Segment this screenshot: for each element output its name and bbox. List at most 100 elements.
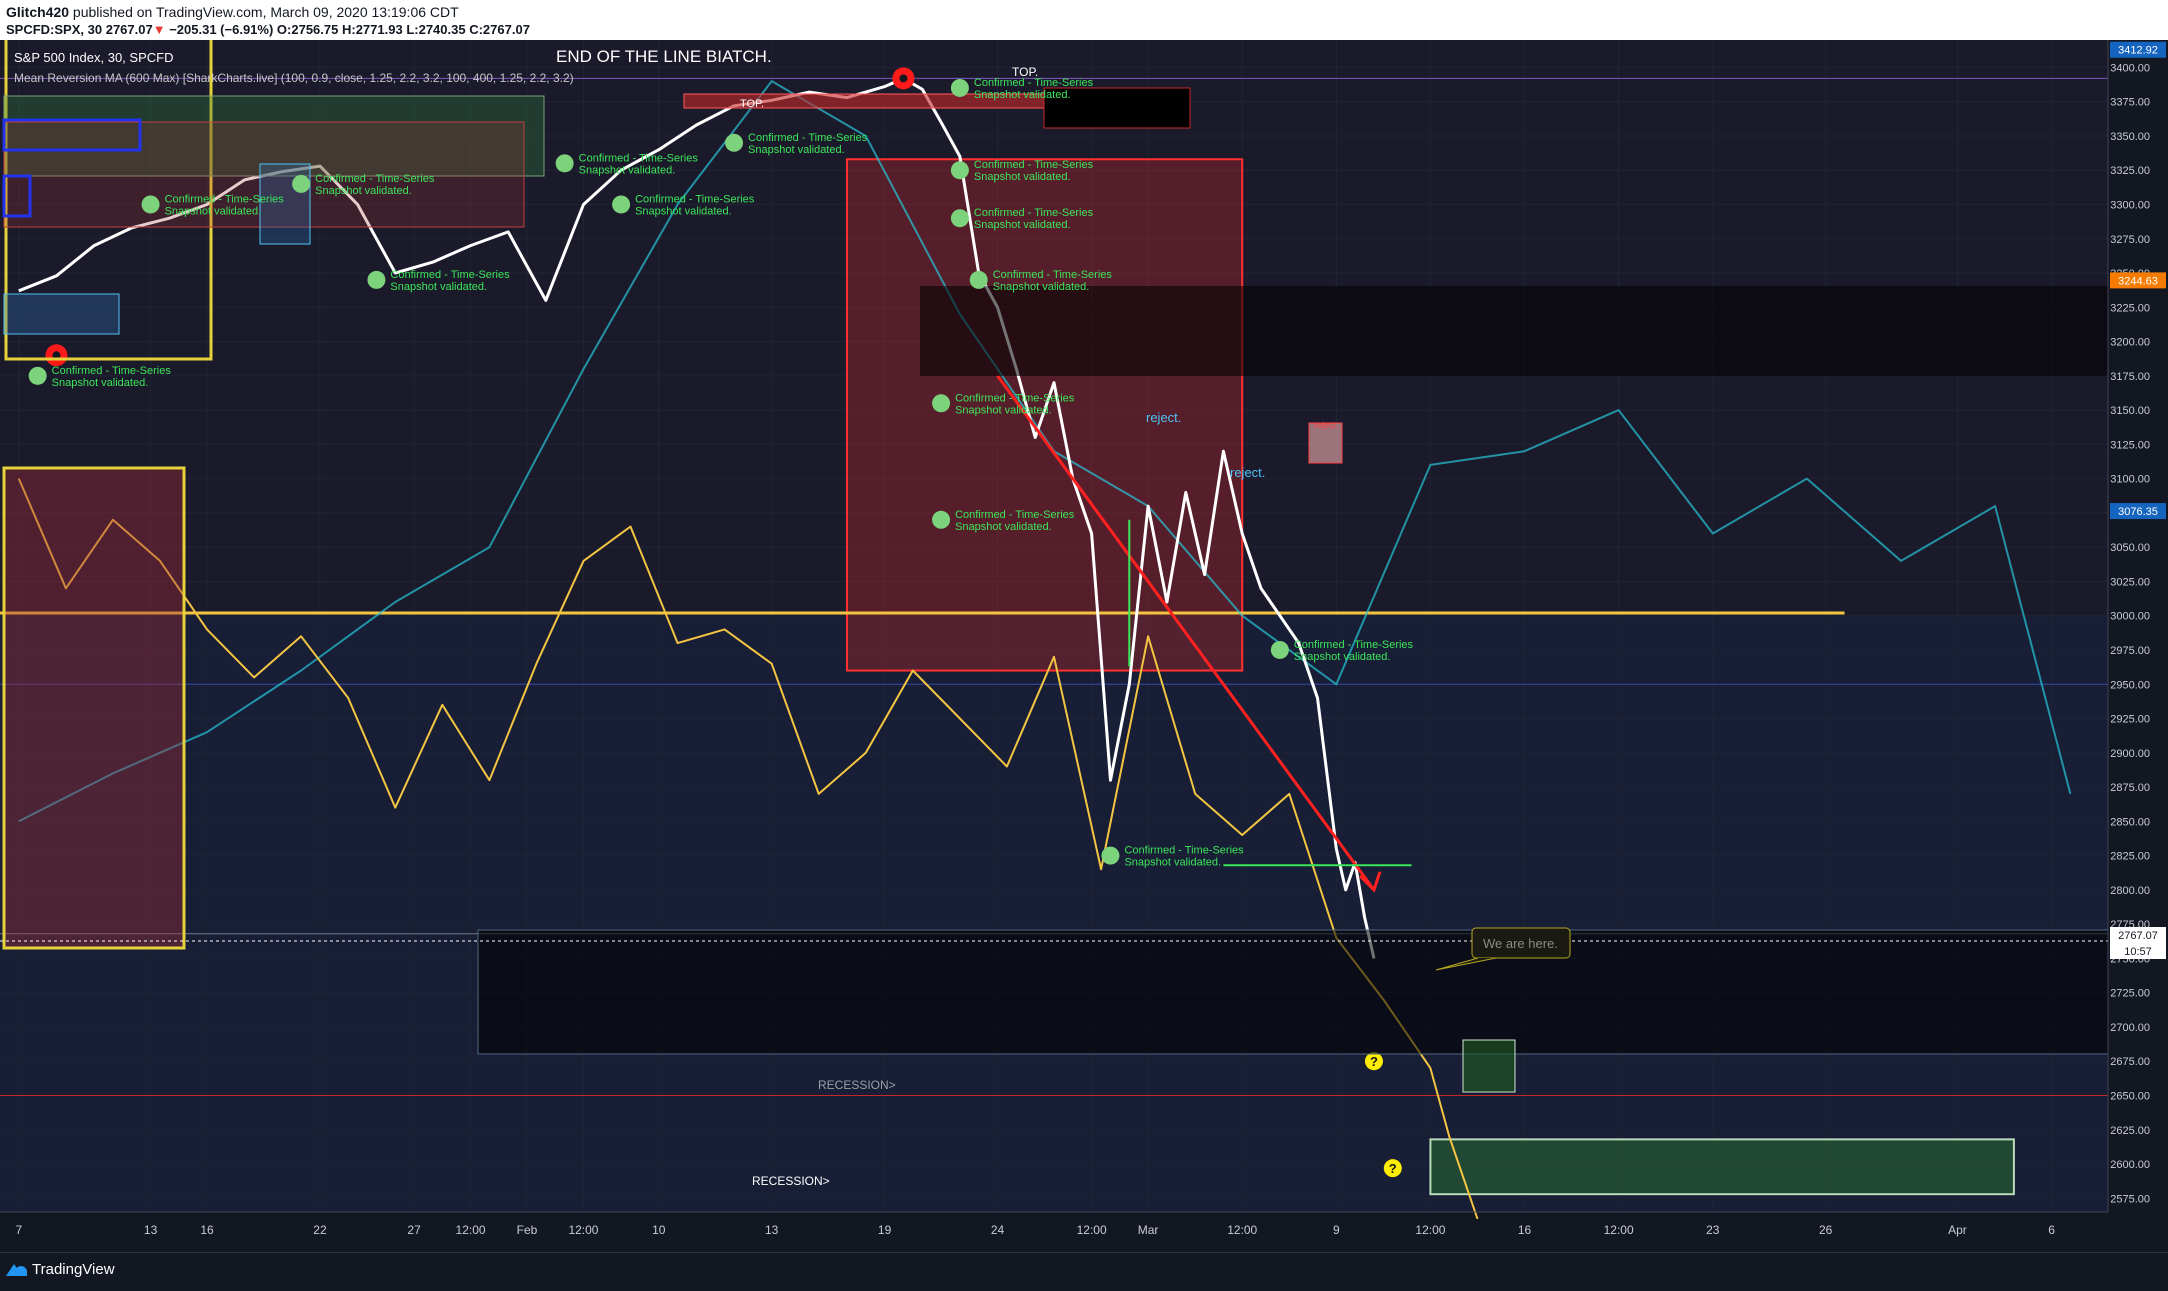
tradingview-logo-icon (6, 1262, 28, 1276)
confirmed-label: Snapshot validated. (974, 171, 1071, 183)
confirmed-label: Confirmed - Time-Series (315, 173, 435, 185)
tradingview-brand: TradingView (32, 1261, 115, 1278)
confirmed-label: Confirmed - Time-Series (1124, 845, 1244, 857)
price-tick-label: 2825.00 (2110, 851, 2150, 863)
confirmed-label: Snapshot validated. (993, 281, 1090, 293)
check-circle-icon (28, 366, 47, 385)
time-tick-label: 23 (1706, 1223, 1720, 1237)
price-tick-label: 3275.00 (2110, 234, 2150, 246)
price-tick-label: 2875.00 (2110, 782, 2150, 794)
confirmed-label: Confirmed - Time-Series (52, 365, 172, 377)
price-tick-label: 3000.00 (2110, 611, 2150, 623)
price-tick-label: 3325.00 (2110, 165, 2150, 177)
countdown-label: 10:57 (2124, 946, 2152, 958)
confirmed-label: Snapshot validated. (1294, 651, 1391, 663)
check-circle-icon (141, 195, 160, 214)
reject-label-3: reject. (1314, 420, 1339, 430)
reject-label-1: reject. (1146, 410, 1181, 425)
time-axis[interactable]: 7 13 16 22 27 12:00 Feb 12:00 10 13 19 24 12:00 Mar 12… (0, 1211, 2108, 1237)
time-tick-label: 7 (15, 1223, 22, 1237)
price-badge-label: 2767.07 (2118, 930, 2158, 942)
time-tick-label: Apr (1948, 1223, 1967, 1237)
confirmed-label: Confirmed - Time-Series (974, 207, 1094, 219)
price-tick-label: 3100.00 (2110, 474, 2150, 486)
time-tick-label: 12:00 (1227, 1223, 1257, 1237)
price-tick-label: 2675.00 (2110, 1056, 2150, 1068)
time-tick-label: 13 (765, 1223, 779, 1237)
author-name[interactable]: Glitch420 (6, 4, 69, 20)
time-tick-label: 16 (200, 1223, 214, 1237)
footer-bar: TradingView (0, 1252, 2168, 1291)
check-circle-icon (367, 270, 386, 289)
price-tick-label: 3125.00 (2110, 439, 2150, 451)
confirmed-label: Confirmed - Time-Series (635, 193, 755, 205)
confirmed-label: Snapshot validated. (974, 89, 1071, 101)
check-circle-icon (292, 174, 311, 193)
published-text: published on TradingView.com, March 09, … (72, 4, 459, 20)
time-tick-label: 16 (1518, 1223, 1532, 1237)
check-circle-icon (950, 209, 969, 228)
legend-title[interactable]: S&P 500 Index, 30, SPCFD (14, 50, 173, 65)
confirmed-label: Snapshot validated. (390, 281, 487, 293)
last-price: 2767.07 (105, 22, 153, 37)
time-tick-label: 22 (313, 1223, 327, 1237)
time-tick-label: 13 (144, 1223, 158, 1237)
confirmed-label: Confirmed - Time-Series (955, 509, 1075, 521)
check-circle-icon (932, 510, 951, 529)
time-tick-label: 12:00 (1077, 1223, 1107, 1237)
time-tick-label: 9 (1333, 1223, 1340, 1237)
high-value: H:2771.93 (341, 22, 403, 37)
green-target-box (1429, 1138, 2015, 1196)
time-tick-label: Feb (517, 1223, 538, 1237)
check-circle-icon (555, 154, 574, 173)
confirmed-label: Snapshot validated. (52, 377, 149, 389)
price-tick-label: 2725.00 (2110, 988, 2150, 1000)
price-axis[interactable]: 2575.00 2600.00 2625.00 2650.00 2675.00 2700.… (2107, 40, 2168, 1252)
price-tick-label: 2950.00 (2110, 679, 2150, 691)
check-circle-icon (1270, 640, 1289, 659)
confirmed-label: Confirmed - Time-Series (993, 269, 1113, 281)
confirmed-label: Confirmed - Time-Series (165, 193, 285, 205)
check-circle-icon (1101, 846, 1120, 865)
down-arrow-icon: ▼ (152, 22, 166, 37)
dark-band-box (920, 286, 2108, 376)
price-tick-label: 2925.00 (2110, 714, 2150, 726)
check-circle-icon (725, 133, 744, 152)
close-value: C:2767.07 (469, 22, 530, 37)
time-tick-label: 26 (1819, 1223, 1833, 1237)
recession-dark-box (477, 929, 2109, 1055)
price-chart[interactable]: ?? S&P 500 Index, 30, SPCFD Mean Reversi… (0, 40, 2168, 1252)
we-are-here-text: We are here. (1483, 936, 1558, 951)
confirmed-label: Confirmed - Time-Series (579, 152, 699, 164)
price-tick-label: 2625.00 (2110, 1125, 2150, 1137)
check-circle-icon (969, 270, 988, 289)
open-value: O:2756.75 (276, 22, 339, 37)
red-top-marker-icon-inner (899, 74, 908, 83)
time-tick-label: 10 (652, 1223, 666, 1237)
time-tick-label: 27 (407, 1223, 421, 1237)
check-circle-icon (932, 394, 951, 413)
confirmed-label: Confirmed - Time-Series (974, 159, 1094, 171)
time-tick-label: 19 (878, 1223, 892, 1237)
price-change: −205.31 (−6.91%) (169, 22, 274, 37)
price-tick-label: 2975.00 (2110, 645, 2150, 657)
recession-label-2: RECESSION> (752, 1174, 830, 1188)
confirmed-label: Snapshot validated. (955, 404, 1052, 416)
price-tick-label: 3175.00 (2110, 371, 2150, 383)
question-icon-2-glyph: ? (1389, 1161, 1397, 1176)
price-tick-label: 3050.00 (2110, 542, 2150, 554)
time-tick-label: 24 (991, 1223, 1005, 1237)
confirmed-label: Confirmed - Time-Series (1294, 639, 1414, 651)
price-tick-label: 2700.00 (2110, 1022, 2150, 1034)
publish-header: Glitch420 published on TradingView.com, … (0, 0, 2168, 40)
confirmed-label: Snapshot validated. (315, 185, 412, 197)
confirmed-label: Snapshot validated. (635, 205, 732, 217)
price-badge-label: 3076.35 (2118, 506, 2158, 518)
price-tick-label: 3200.00 (2110, 337, 2150, 349)
legend-indicator[interactable]: Mean Reversion MA (600 Max) [SharkCharts… (14, 71, 574, 85)
lower-left-red-box (2, 466, 186, 950)
price-tick-label: 2900.00 (2110, 748, 2150, 760)
price-tick-label: 3400.00 (2110, 62, 2150, 74)
low-value: L:2740.35 (406, 22, 466, 37)
tradingview-logo[interactable]: TradingView (6, 1261, 115, 1278)
